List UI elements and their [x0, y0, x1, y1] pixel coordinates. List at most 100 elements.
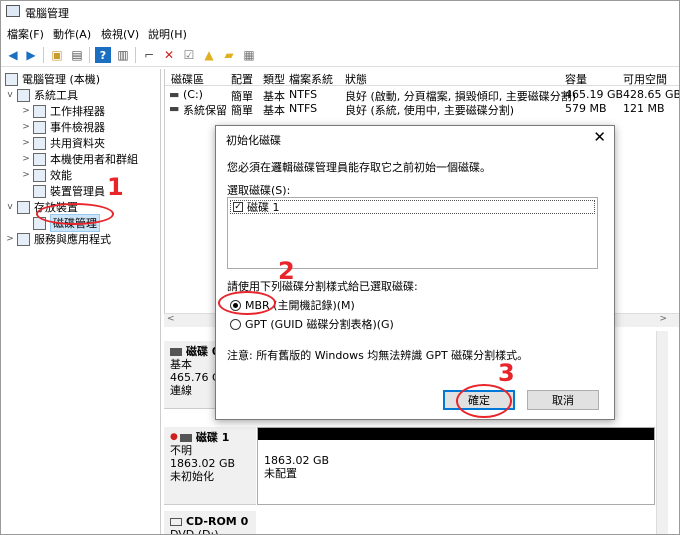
volume-icon: ▬: [169, 102, 180, 115]
performance-icon: [33, 168, 46, 182]
scroll-right-icon[interactable]: >: [659, 314, 667, 324]
tree-item-system-tools[interactable]: v 系統工具: [5, 87, 78, 103]
connect-icon[interactable]: ⌐: [141, 47, 157, 63]
cancel-button[interactable]: 取消: [527, 390, 599, 410]
shared-folder-icon: [33, 136, 46, 150]
disk-list-item[interactable]: ✓ 磁碟 1: [230, 200, 595, 214]
dialog-title: 初始化磁碟: [226, 134, 281, 147]
volume-free-space: 121 MB: [623, 102, 665, 115]
uninitialized-disk-icon: ●: [170, 432, 178, 442]
disk-icon: [170, 347, 182, 356]
disk1-name: 磁碟 1: [195, 431, 230, 444]
close-icon[interactable]: ✕: [593, 128, 606, 146]
disk1-label[interactable]: ● 磁碟 1 不明 1863.02 GB 未初始化: [164, 427, 256, 505]
volume-filesystem: NTFS: [289, 88, 318, 101]
export-icon[interactable]: ▲: [201, 47, 217, 63]
computer-management-window: 電腦管理 檔案(F) 動作(A) 檢視(V) 說明(H) ◀ ▶ ▣ ▤ ? ▥…: [0, 0, 680, 535]
column-header-filesystem[interactable]: 檔案系統: [289, 71, 333, 87]
toolbar: ◀ ▶ ▣ ▤ ? ▥ ⌐ ✕ ☑ ▲ ▰ ▦: [1, 43, 679, 67]
disk1-type: 不明: [170, 444, 192, 457]
tree-item-local-users[interactable]: > 本機使用者和群組: [21, 151, 138, 167]
gpt-radio[interactable]: GPT (GUID 磁碟分割表格)(G): [230, 316, 394, 332]
chevron-right-icon[interactable]: >: [21, 154, 31, 164]
volume-icon: ▬: [169, 88, 180, 101]
chevron-right-icon[interactable]: >: [21, 170, 31, 180]
window-title: 電腦管理: [25, 7, 69, 20]
users-icon: [33, 152, 46, 166]
chevron-right-icon[interactable]: >: [5, 234, 15, 244]
forward-icon[interactable]: ▶: [23, 47, 39, 63]
unallocated-bar: [258, 428, 654, 440]
vertical-scrollbar[interactable]: [656, 331, 668, 534]
toolbar-separator: [43, 47, 44, 63]
tree-item-services[interactable]: > 服務與應用程式: [5, 231, 111, 247]
view-icon[interactable]: ▥: [115, 47, 131, 63]
volume-row[interactable]: ▬ 系統保留 簡單 基本 NTFS 良好 (系統, 使用中, 主要磁碟分割) 5…: [165, 101, 679, 117]
refresh-icon[interactable]: ▦: [241, 47, 257, 63]
annotation-number-1: 1: [107, 173, 124, 201]
column-header-layout[interactable]: 配置: [231, 71, 253, 87]
tree-item-event-viewer[interactable]: > 事件檢視器: [21, 119, 105, 135]
clock-icon: [33, 104, 46, 118]
annotation-circle-3: [456, 384, 512, 418]
column-header-volume[interactable]: 磁碟區: [171, 71, 204, 87]
volume-name: 系統保留: [183, 104, 227, 117]
navigation-tree: 電腦管理 (本機) v 系統工具 > 工作排程器 > 事件檢視器 > 共用資料夾 > 本機…: [1, 69, 161, 534]
annotation-circle-2: [218, 291, 276, 315]
show-hide-tree-icon[interactable]: ▤: [69, 47, 85, 63]
column-header-capacity[interactable]: 容量: [565, 71, 587, 87]
tree-item-root[interactable]: 電腦管理 (本機): [5, 71, 100, 87]
gpt-note: 注意: 所有舊版的 Windows 均無法辨識 GPT 磁碟分割樣式。: [227, 349, 529, 362]
chevron-right-icon[interactable]: >: [21, 122, 31, 132]
delete-icon[interactable]: ✕: [161, 47, 177, 63]
device-manager-icon: [33, 184, 46, 198]
disk1-size: 1863.02 GB: [170, 457, 236, 470]
toolbar-separator: [135, 47, 136, 63]
column-header-status[interactable]: 狀態: [345, 71, 367, 87]
volume-type: 基本: [263, 104, 285, 117]
scroll-left-icon[interactable]: <: [167, 314, 175, 324]
tools-icon: [17, 88, 30, 102]
disk1-unallocated-partition[interactable]: 1863.02 GB 未配置: [257, 427, 655, 505]
chevron-right-icon[interactable]: >: [21, 106, 31, 116]
annotation-circle-1: [36, 203, 114, 225]
menu-view[interactable]: 檢視(V): [101, 26, 139, 42]
cdrom-name: CD-ROM 0: [186, 515, 249, 528]
volume-free-space: 428.65 GB: [623, 88, 680, 101]
tree-item-performance[interactable]: > 效能: [21, 167, 72, 183]
column-header-free-space[interactable]: 可用空間: [623, 71, 667, 87]
menu-help[interactable]: 說明(H): [148, 26, 187, 42]
volume-name: (C:): [183, 88, 203, 101]
annotation-number-3: 3: [498, 359, 515, 387]
volume-row[interactable]: ▬ (C:) 簡單 基本 NTFS 良好 (啟動, 分頁檔案, 損毀傾印, 主要…: [165, 87, 680, 103]
disk1-part-size: 1863.02 GB: [264, 454, 330, 467]
volume-capacity: 579 MB: [565, 102, 607, 115]
disk1-part-status: 未配置: [264, 467, 297, 480]
disk1-status: 未初始化: [170, 470, 214, 483]
chevron-right-icon[interactable]: >: [21, 138, 31, 148]
column-header-type[interactable]: 類型: [263, 71, 285, 87]
chevron-down-icon[interactable]: v: [5, 202, 15, 212]
cdrom-type: DVD (D:): [170, 528, 219, 535]
menu-action[interactable]: 動作(A): [53, 26, 91, 42]
properties-icon[interactable]: ☑: [181, 47, 197, 63]
help-icon[interactable]: ?: [95, 47, 111, 63]
tree-item-device-manager[interactable]: 裝置管理員: [33, 183, 105, 199]
check-icon[interactable]: ✓: [233, 202, 243, 212]
radio-unselected-icon: [230, 318, 241, 330]
cdrom-icon: [170, 517, 182, 526]
menu-file[interactable]: 檔案(F): [7, 26, 44, 42]
dialog-intro: 您必須在邏輯磁碟管理員能存取它之前初始一個磁碟。: [227, 161, 491, 174]
disk-item-label: 磁碟 1: [247, 201, 280, 214]
disk-icon: [179, 433, 192, 442]
tree-item-shared-folders[interactable]: > 共用資料夾: [21, 135, 105, 151]
cdrom-label[interactable]: CD-ROM 0 DVD (D:): [164, 511, 256, 535]
initialize-disk-dialog: 初始化磁碟 ✕ 您必須在邏輯磁碟管理員能存取它之前初始一個磁碟。 選取磁碟(S)…: [215, 125, 615, 420]
menu-bar: 檔案(F) 動作(A) 檢視(V) 說明(H): [1, 23, 679, 43]
folder-icon[interactable]: ▰: [221, 47, 237, 63]
chevron-down-icon[interactable]: v: [5, 90, 15, 100]
tree-item-task-scheduler[interactable]: > 工作排程器: [21, 103, 105, 119]
back-icon[interactable]: ◀: [5, 47, 21, 63]
up-folder-icon[interactable]: ▣: [49, 47, 65, 63]
event-viewer-icon: [33, 120, 46, 134]
